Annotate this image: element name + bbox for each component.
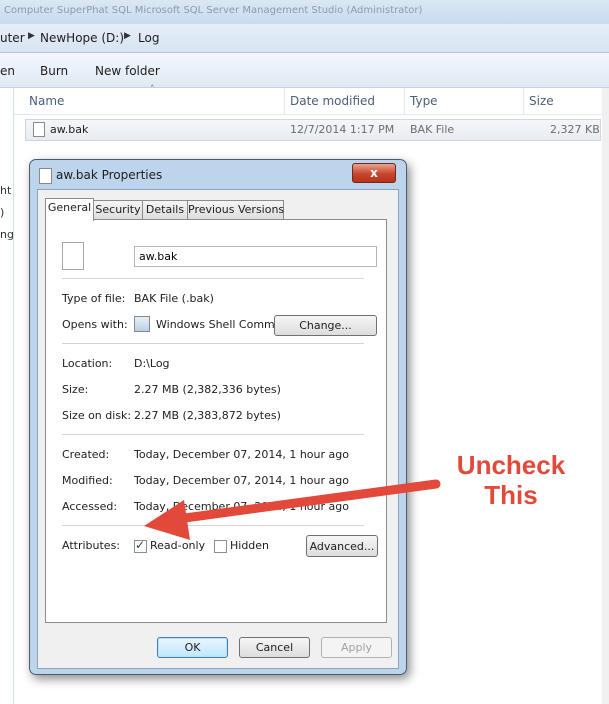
annotation-line-2: This	[484, 480, 538, 510]
arrow-head	[144, 500, 190, 540]
annotation-text: Uncheck This	[436, 450, 586, 510]
tab-general[interactable]: General	[45, 198, 94, 221]
annotation-arrow	[144, 479, 441, 540]
arrow-shaft	[165, 479, 441, 525]
annotation-line-1: Uncheck	[456, 450, 566, 480]
